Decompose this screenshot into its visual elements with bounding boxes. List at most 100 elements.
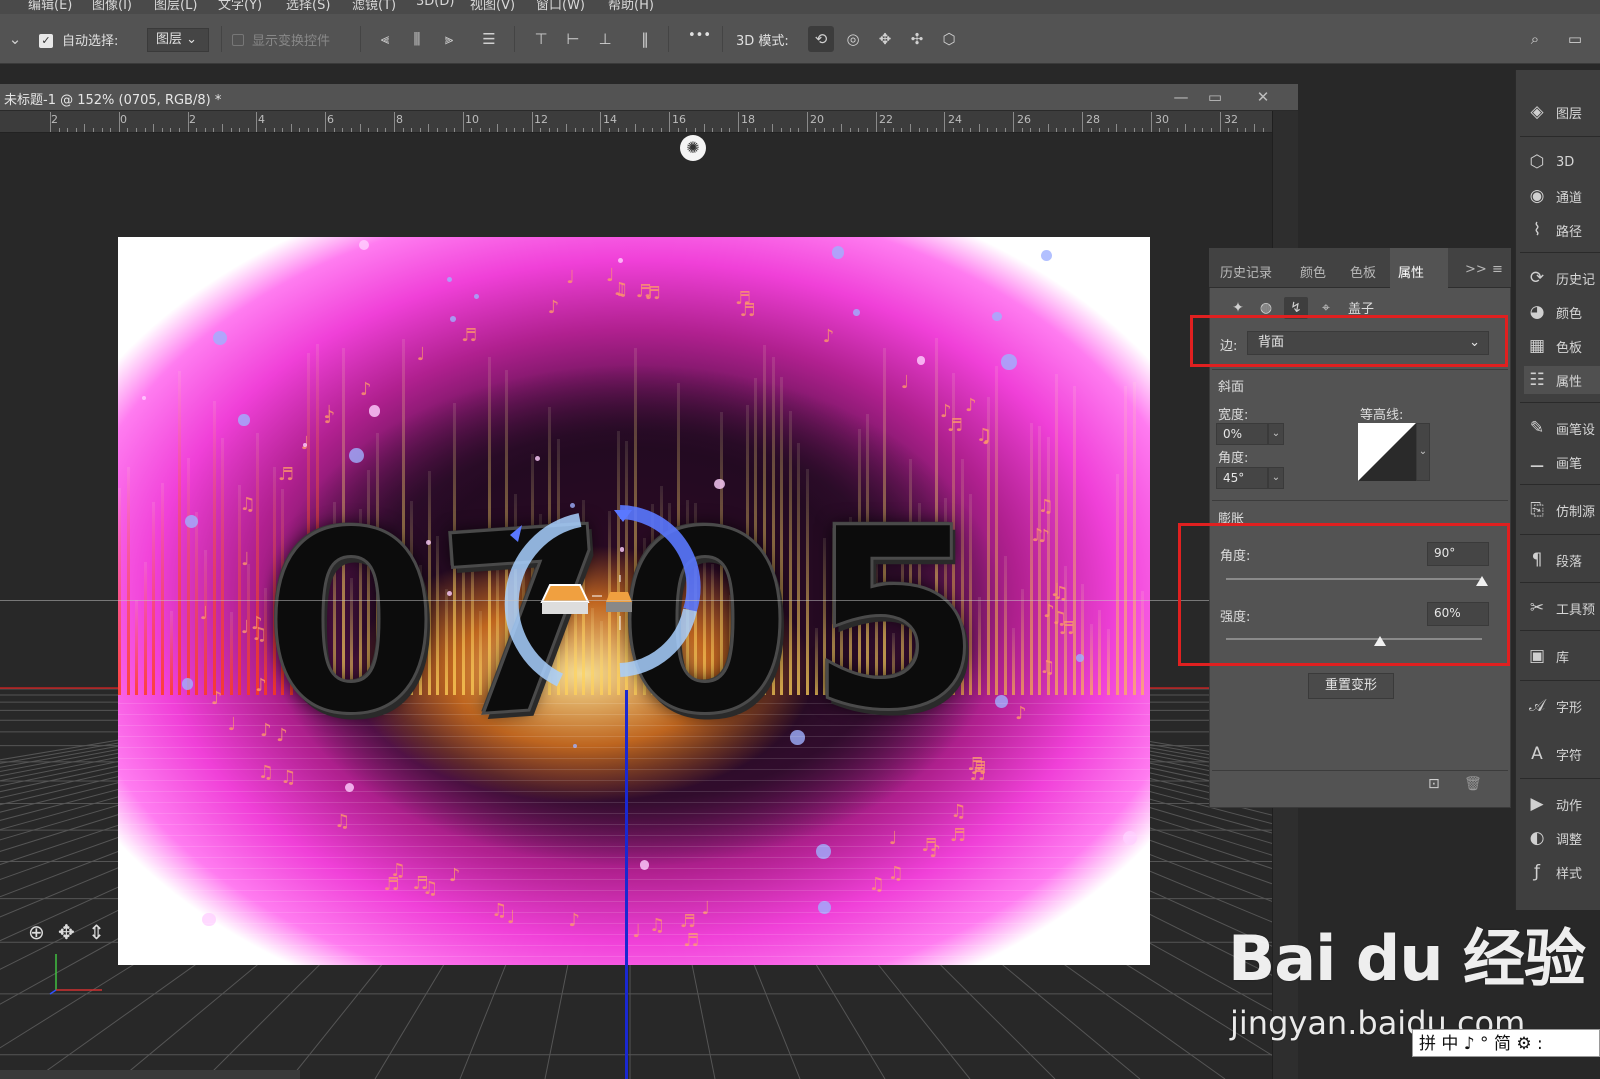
menu-select[interactable]: 选择(S) bbox=[286, 0, 330, 13]
auto-select-target[interactable]: 图层 ⌄ bbox=[147, 28, 209, 52]
show-transform-checkbox[interactable] bbox=[232, 34, 244, 46]
distribute-vertical-icon[interactable]: ‖ bbox=[632, 26, 658, 52]
ruler-tick bbox=[686, 128, 688, 132]
tool-presets-icon: ✂ bbox=[1529, 598, 1545, 618]
ruler-tick bbox=[144, 128, 146, 132]
sparkle bbox=[141, 395, 146, 400]
dock-item-palette[interactable]: ◕ 颜色 bbox=[1524, 298, 1582, 326]
trash-icon[interactable]: 🗑 bbox=[1464, 776, 1484, 796]
digit-5[interactable]: 5 bbox=[807, 493, 984, 746]
panel-menu-icon[interactable]: ≡ bbox=[1492, 262, 1503, 277]
ruler-number: 0 bbox=[120, 113, 127, 126]
document-title[interactable]: 未标题-1 @ 152% (0705, RGB/8) * bbox=[4, 89, 221, 108]
scale-3d-icon[interactable]: ⬡ bbox=[936, 26, 962, 52]
maximize-icon[interactable]: ▭ bbox=[1204, 86, 1226, 108]
divider bbox=[1212, 770, 1508, 771]
dock-item-actions[interactable]: ▶ 动作 bbox=[1524, 790, 1582, 818]
collapse-panel-icon[interactable]: >> bbox=[1465, 262, 1487, 277]
ruler-tick bbox=[84, 124, 86, 132]
bevel-width-input[interactable]: 0% bbox=[1216, 423, 1268, 445]
menu-help[interactable]: 帮助(H) bbox=[608, 0, 654, 13]
dock-item-brush-settings[interactable]: ✎ 画笔设 bbox=[1524, 414, 1595, 442]
z-axis-line bbox=[625, 690, 628, 1079]
ruler-number: 28 bbox=[1086, 113, 1100, 126]
dock-item-paragraph[interactable]: ¶ 段落 bbox=[1524, 546, 1582, 574]
align-vcenter-icon[interactable]: ⊢ bbox=[560, 26, 586, 52]
ruler-tick bbox=[574, 128, 576, 132]
dock-item-paths[interactable]: ⌇ 路径 bbox=[1524, 216, 1582, 244]
ruler-number: 16 bbox=[672, 113, 686, 126]
dock-item-swatches[interactable]: ▦ 色板 bbox=[1524, 332, 1582, 360]
contour-dropdown-icon[interactable]: ⌄ bbox=[1416, 423, 1430, 481]
workspace-icon[interactable]: ▭ bbox=[1562, 26, 1588, 52]
dock-divider bbox=[1520, 680, 1600, 681]
orbit-view-icon[interactable]: ⊕ bbox=[28, 920, 45, 944]
ruler-tick bbox=[996, 128, 997, 132]
ruler-tick bbox=[935, 128, 937, 132]
dock-item-styles[interactable]: ƒ 样式 bbox=[1524, 858, 1582, 886]
bevel-angle-input[interactable]: 45° bbox=[1216, 467, 1268, 489]
digit-0-first[interactable]: 0 bbox=[263, 497, 440, 750]
dock-item-properties[interactable]: ☷ 属性 bbox=[1524, 366, 1600, 394]
search-icon[interactable]: ⌕ bbox=[1522, 26, 1548, 52]
align-left-icon[interactable]: ⫷ bbox=[372, 26, 398, 52]
menu-view[interactable]: 视图(V) bbox=[470, 0, 515, 13]
dock-item-layers[interactable]: ◈ 图层 bbox=[1524, 98, 1582, 126]
chevron-down-icon[interactable]: ⌄ bbox=[1268, 423, 1284, 445]
more-options-icon[interactable]: ••• bbox=[688, 28, 711, 43]
dock-item-glyphs[interactable]: 𝒜 字形 bbox=[1524, 692, 1582, 720]
ruler-number: 32 bbox=[1224, 113, 1238, 126]
tab-history[interactable]: 历史记录 bbox=[1220, 262, 1272, 281]
pan-view-icon[interactable]: ✥ bbox=[58, 920, 75, 944]
horizontal-ruler[interactable]: 2 0 2 4 6 8 10 12 14 16 18 20 22 24 26 2… bbox=[0, 111, 1272, 133]
tab-properties[interactable]: 属性 bbox=[1398, 262, 1424, 281]
align-top-icon[interactable]: ⊤ bbox=[528, 26, 554, 52]
ime-status-bar[interactable]: 拼 中 ♪ ° 简 ⚙ : bbox=[1412, 1029, 1600, 1057]
dock-item-library[interactable]: ▣ 库 bbox=[1524, 642, 1569, 670]
dock-item-history[interactable]: ⟳ 历史记 bbox=[1524, 264, 1595, 292]
minimize-icon[interactable]: — bbox=[1170, 86, 1192, 108]
tab-swatches[interactable]: 色板 bbox=[1350, 262, 1376, 281]
dock-item-character[interactable]: A 字符 bbox=[1524, 740, 1582, 768]
ruler-tick bbox=[763, 128, 765, 132]
show-transform-label: 显示变换控件 bbox=[252, 34, 331, 49]
drag-3d-icon[interactable]: ✥ bbox=[872, 26, 898, 52]
contour-preview[interactable] bbox=[1358, 423, 1416, 481]
new-item-icon[interactable]: ⊡ bbox=[1428, 776, 1448, 796]
menu-3d[interactable]: 3D(D) bbox=[416, 0, 454, 9]
menu-image[interactable]: 图像(I) bbox=[92, 0, 132, 13]
chevron-down-icon[interactable]: ⌄ bbox=[1268, 467, 1284, 489]
dock-item-tool-presets[interactable]: ✂ 工具预 bbox=[1524, 594, 1595, 622]
roll-3d-icon[interactable]: ◎ bbox=[840, 26, 866, 52]
ruler-tick bbox=[531, 112, 533, 132]
orbit-3d-icon[interactable]: ⟲ bbox=[808, 26, 834, 52]
menu-window[interactable]: 窗口(W) bbox=[536, 0, 585, 13]
dock-item-cube[interactable]: ⬡ 3D bbox=[1524, 148, 1575, 176]
close-icon[interactable]: ✕ bbox=[1252, 86, 1274, 108]
tab-color[interactable]: 颜色 bbox=[1300, 262, 1326, 281]
ruler-tick bbox=[299, 128, 301, 132]
light-source-icon[interactable]: ✺ bbox=[680, 135, 706, 161]
dock-item-channels[interactable]: ◉ 通道 bbox=[1524, 182, 1582, 210]
menu-filter[interactable]: 滤镜(T) bbox=[352, 0, 396, 13]
dock-item-clone-source[interactable]: ⎘ 仿制源 bbox=[1524, 496, 1595, 524]
dolly-view-icon[interactable]: ⇕ bbox=[88, 920, 105, 944]
equalizer-bar bbox=[229, 612, 233, 695]
auto-select-checkbox[interactable]: ✓ bbox=[39, 34, 53, 48]
slide-3d-icon[interactable]: ✣ bbox=[904, 26, 930, 52]
reset-deformation-button[interactable]: 重置变形 bbox=[1308, 673, 1394, 699]
dock-item-brush[interactable]: ⚊ 画笔 bbox=[1524, 448, 1582, 476]
align-bottom-icon[interactable]: ⊥ bbox=[592, 26, 618, 52]
align-hcenter-icon[interactable]: ⫼ bbox=[404, 26, 430, 52]
sparkle bbox=[181, 678, 193, 690]
dock-item-adjustments[interactable]: ◐ 调整 bbox=[1524, 824, 1582, 852]
sparkle bbox=[368, 405, 380, 417]
menu-edit[interactable]: 编辑(E) bbox=[28, 0, 72, 13]
status-bar bbox=[0, 1070, 300, 1079]
menu-layer[interactable]: 图层(L) bbox=[154, 0, 197, 13]
tool-preset-dropdown[interactable]: ⌄ bbox=[2, 26, 28, 52]
3d-transform-gizmo[interactable] bbox=[480, 490, 740, 720]
align-right-icon[interactable]: ⫸ bbox=[436, 26, 462, 52]
distribute-horizontal-icon[interactable]: ☰ bbox=[476, 26, 502, 52]
menu-type[interactable]: 文字(Y) bbox=[218, 0, 262, 13]
